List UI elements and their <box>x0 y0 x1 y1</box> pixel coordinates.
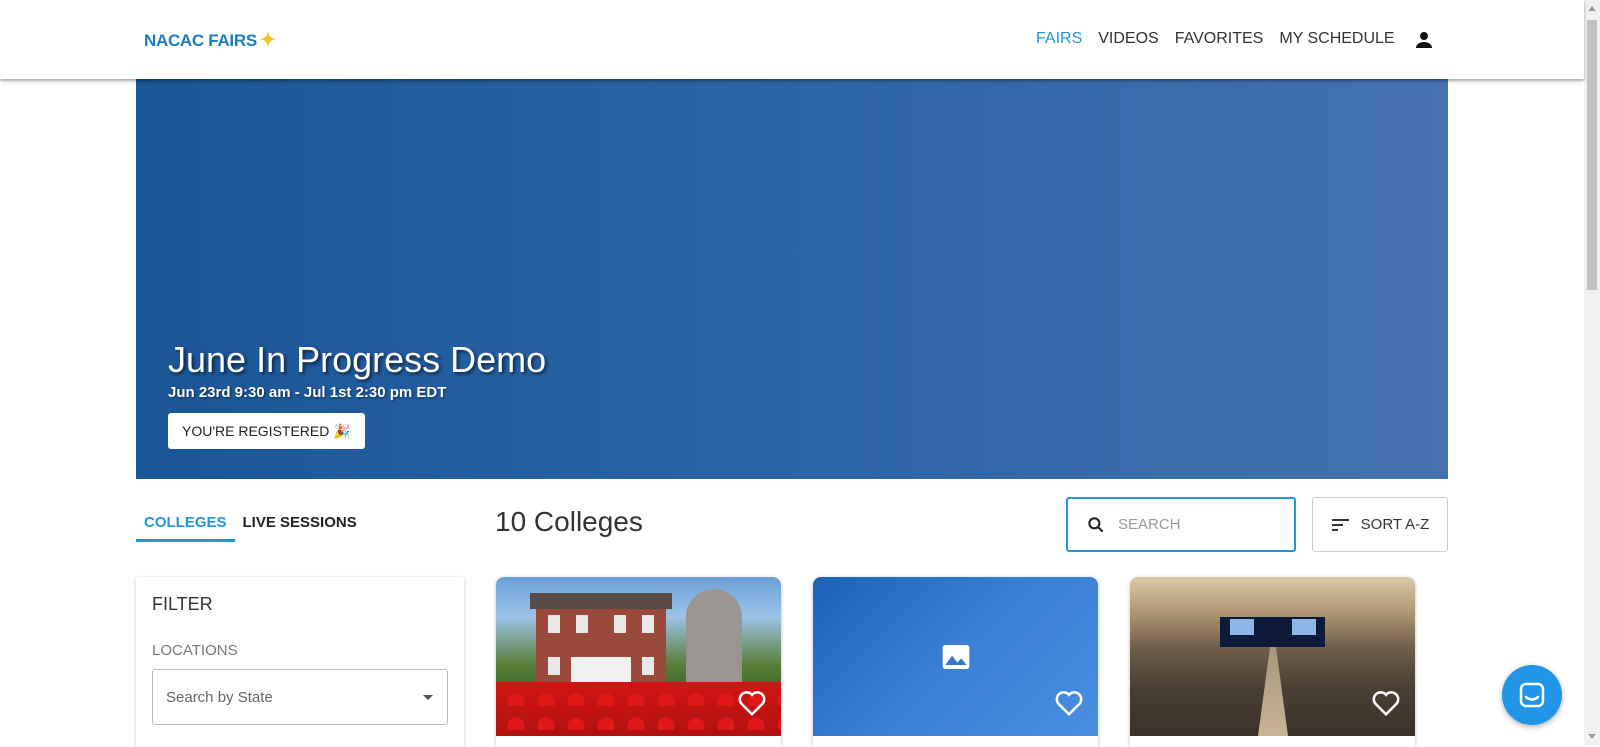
results-count: 10 Colleges <box>495 506 643 537</box>
nav-favorites[interactable]: FAVORITES <box>1175 30 1264 48</box>
filter-panel: FILTER LOCATIONS Search by State <box>136 577 464 747</box>
fair-title: June In Progress Demo <box>168 339 547 380</box>
tab-live-sessions[interactable]: LIVE SESSIONS <box>235 514 365 542</box>
college-card[interactable] <box>813 577 1098 747</box>
tab-colleges[interactable]: COLLEGES <box>136 514 235 542</box>
chat-launcher-button[interactable] <box>1502 665 1562 725</box>
nav-my-schedule[interactable]: MY SCHEDULE <box>1279 30 1394 48</box>
search-input[interactable] <box>1118 516 1278 533</box>
main-nav: FAIRS VIDEOS FAVORITES MY SCHEDULE <box>1036 30 1395 48</box>
scroll-down-arrow-icon[interactable] <box>1588 734 1596 739</box>
scroll-up-arrow-icon[interactable] <box>1588 6 1596 11</box>
nav-fairs[interactable]: FAIRS <box>1036 30 1082 48</box>
search-field[interactable] <box>1066 497 1296 552</box>
nav-videos[interactable]: VIDEOS <box>1098 30 1158 48</box>
registered-button[interactable]: YOU'RE REGISTERED 🎉 <box>168 413 365 449</box>
fair-hero-banner: June In Progress Demo Jun 23rd 9:30 am -… <box>136 79 1448 479</box>
chevron-down-icon[interactable] <box>423 695 433 700</box>
party-popper-icon: 🎉 <box>333 422 351 439</box>
filter-title: FILTER <box>152 594 213 614</box>
college-card[interactable] <box>496 577 781 747</box>
favorite-heart-icon[interactable] <box>1371 689 1401 717</box>
nacac-fairs-logo[interactable]: NACAC FAIRS ✦ <box>144 29 276 52</box>
scrollbar-thumb[interactable] <box>1587 20 1597 290</box>
fair-date-range: Jun 23rd 9:30 am - Jul 1st 2:30 pm EDT <box>168 384 447 401</box>
registered-label: YOU'RE REGISTERED <box>182 423 330 439</box>
top-header: NACAC FAIRS ✦ FAIRS VIDEOS FAVORITES MY … <box>0 0 1584 79</box>
favorite-heart-icon[interactable] <box>1054 689 1084 717</box>
state-select[interactable]: Search by State <box>152 669 448 725</box>
star-icon: ✦ <box>259 30 276 51</box>
sort-icon <box>1331 518 1349 531</box>
image-placeholder-icon <box>942 645 970 669</box>
content-tabs: COLLEGES LIVE SESSIONS <box>136 514 365 542</box>
sort-button[interactable]: SORT A-Z <box>1312 497 1448 552</box>
page-scrollbar[interactable] <box>1584 0 1600 745</box>
college-card[interactable] <box>1130 577 1415 747</box>
search-icon <box>1088 516 1104 532</box>
favorite-heart-icon[interactable] <box>737 689 767 717</box>
chat-icon <box>1519 682 1545 708</box>
logo-text: NACAC FAIRS <box>144 30 257 50</box>
state-select-placeholder: Search by State <box>166 688 273 706</box>
sort-label: SORT A-Z <box>1360 516 1430 533</box>
locations-label: LOCATIONS <box>152 642 238 659</box>
user-icon[interactable] <box>1412 28 1436 52</box>
